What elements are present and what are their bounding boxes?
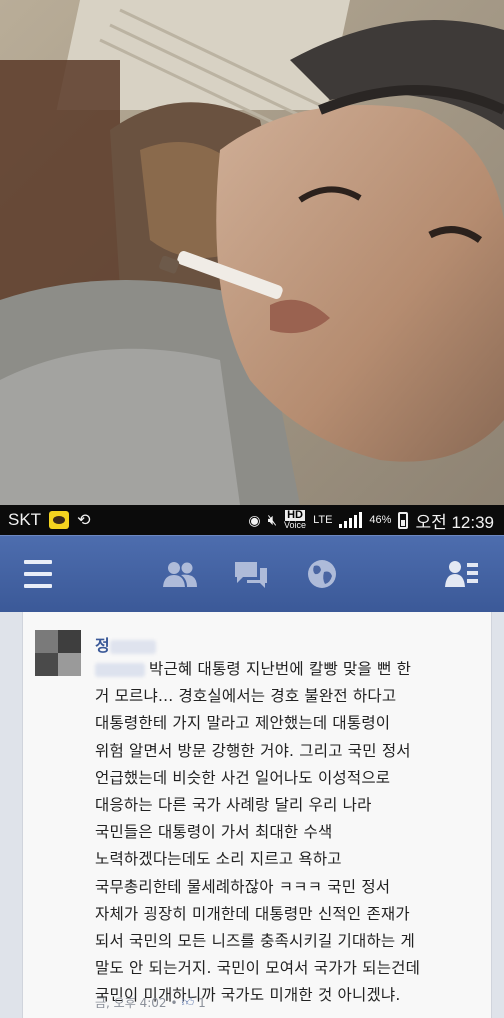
refresh-icon: ⟲: [77, 512, 91, 529]
friend-requests-icon[interactable]: [160, 554, 200, 594]
author-name[interactable]: 정: [95, 632, 156, 656]
post-line: 언급했는데 비슷한 사건 일어나도 이성적으로: [95, 768, 391, 787]
signal-icon: [339, 512, 363, 528]
voice-label: Voice: [284, 520, 307, 530]
post-line: 자체가 굉장히 미개한데 대통령만 신적인 존재가: [95, 904, 410, 923]
post-line: 되서 국민의 모든 니즈를 충족시키길 기대하는 게: [95, 932, 415, 951]
hd-voice-indicator: HD Voice: [284, 510, 306, 530]
clock: 오전 12:39: [415, 512, 494, 532]
post-body: 박근혜 대통령 지난번에 칼빵 맞을 뻔 한 거 모르냐... 경호실에서는 경…: [95, 656, 487, 1010]
post-line-text: 박근혜 대통령 지난번에 칼빵 맞을 뻔 한: [149, 660, 412, 678]
post-line: 국무총리한테 물세례하잖아 ㅋㅋㅋ 국민 정서: [95, 877, 391, 896]
notifications-globe-icon[interactable]: [302, 554, 342, 594]
thumbs-up-icon[interactable]: 👍︎: [182, 995, 195, 1010]
post-line: 대통령한테 가지 말라고 제안했는데 대통령이: [95, 714, 391, 733]
post-card: 정 박근혜 대통령 지난번에 칼빵 맞을 뻔 한 거 모르냐... 경호실에서는…: [22, 612, 492, 1018]
post-line: 말도 안 되는거지. 국민이 모여서 국가가 되는건데: [95, 959, 421, 978]
carrier-label: SKT: [8, 510, 42, 529]
redacted-tag: [95, 662, 145, 677]
android-status-bar: SKT ⟲ ◉ 🔇︎ HD Voice LTE 46% 오전 12:39: [0, 505, 504, 535]
post-line: 거 모르냐... 경호실에서는 경호 불완전 하다고: [95, 687, 397, 706]
battery-percent: 46%: [369, 514, 392, 526]
menu-icon[interactable]: [18, 554, 58, 594]
facebook-nav-bar: [0, 535, 504, 612]
post-line: 대응하는 다른 국가 사례랑 달리 우리 나라: [95, 796, 372, 815]
kakaotalk-icon: [49, 511, 70, 529]
selfie-photo: [0, 0, 504, 505]
messages-icon[interactable]: [231, 554, 271, 594]
avatar[interactable]: [35, 630, 81, 676]
author-name-text: 정: [95, 636, 110, 655]
contacts-icon[interactable]: [442, 554, 482, 594]
post-line: 박근혜 대통령 지난번에 칼빵 맞을 뻔 한: [95, 656, 487, 683]
meta-separator: •: [170, 995, 178, 1010]
post-line: 노력하겠다는데도 소리 지르고 욕하고: [95, 850, 342, 869]
lte-label: LTE: [313, 514, 333, 526]
eye-icon: ◉: [248, 511, 261, 528]
battery-icon: [398, 511, 409, 529]
like-count[interactable]: 1: [198, 996, 206, 1010]
post-timestamp[interactable]: 금, 오후 4:02: [95, 994, 167, 1011]
redacted-name: [109, 639, 156, 654]
post-line: 위험 알면서 방문 강행한 거야. 그리고 국민 정서: [95, 741, 411, 760]
mute-icon: 🔇︎: [267, 511, 278, 529]
selfie-illustration: [0, 0, 504, 505]
post-meta: 금, 오후 4:02 • 👍︎ 1: [95, 994, 206, 1011]
post-line: 국민들은 대통령이 가서 최대한 수색: [95, 823, 333, 842]
